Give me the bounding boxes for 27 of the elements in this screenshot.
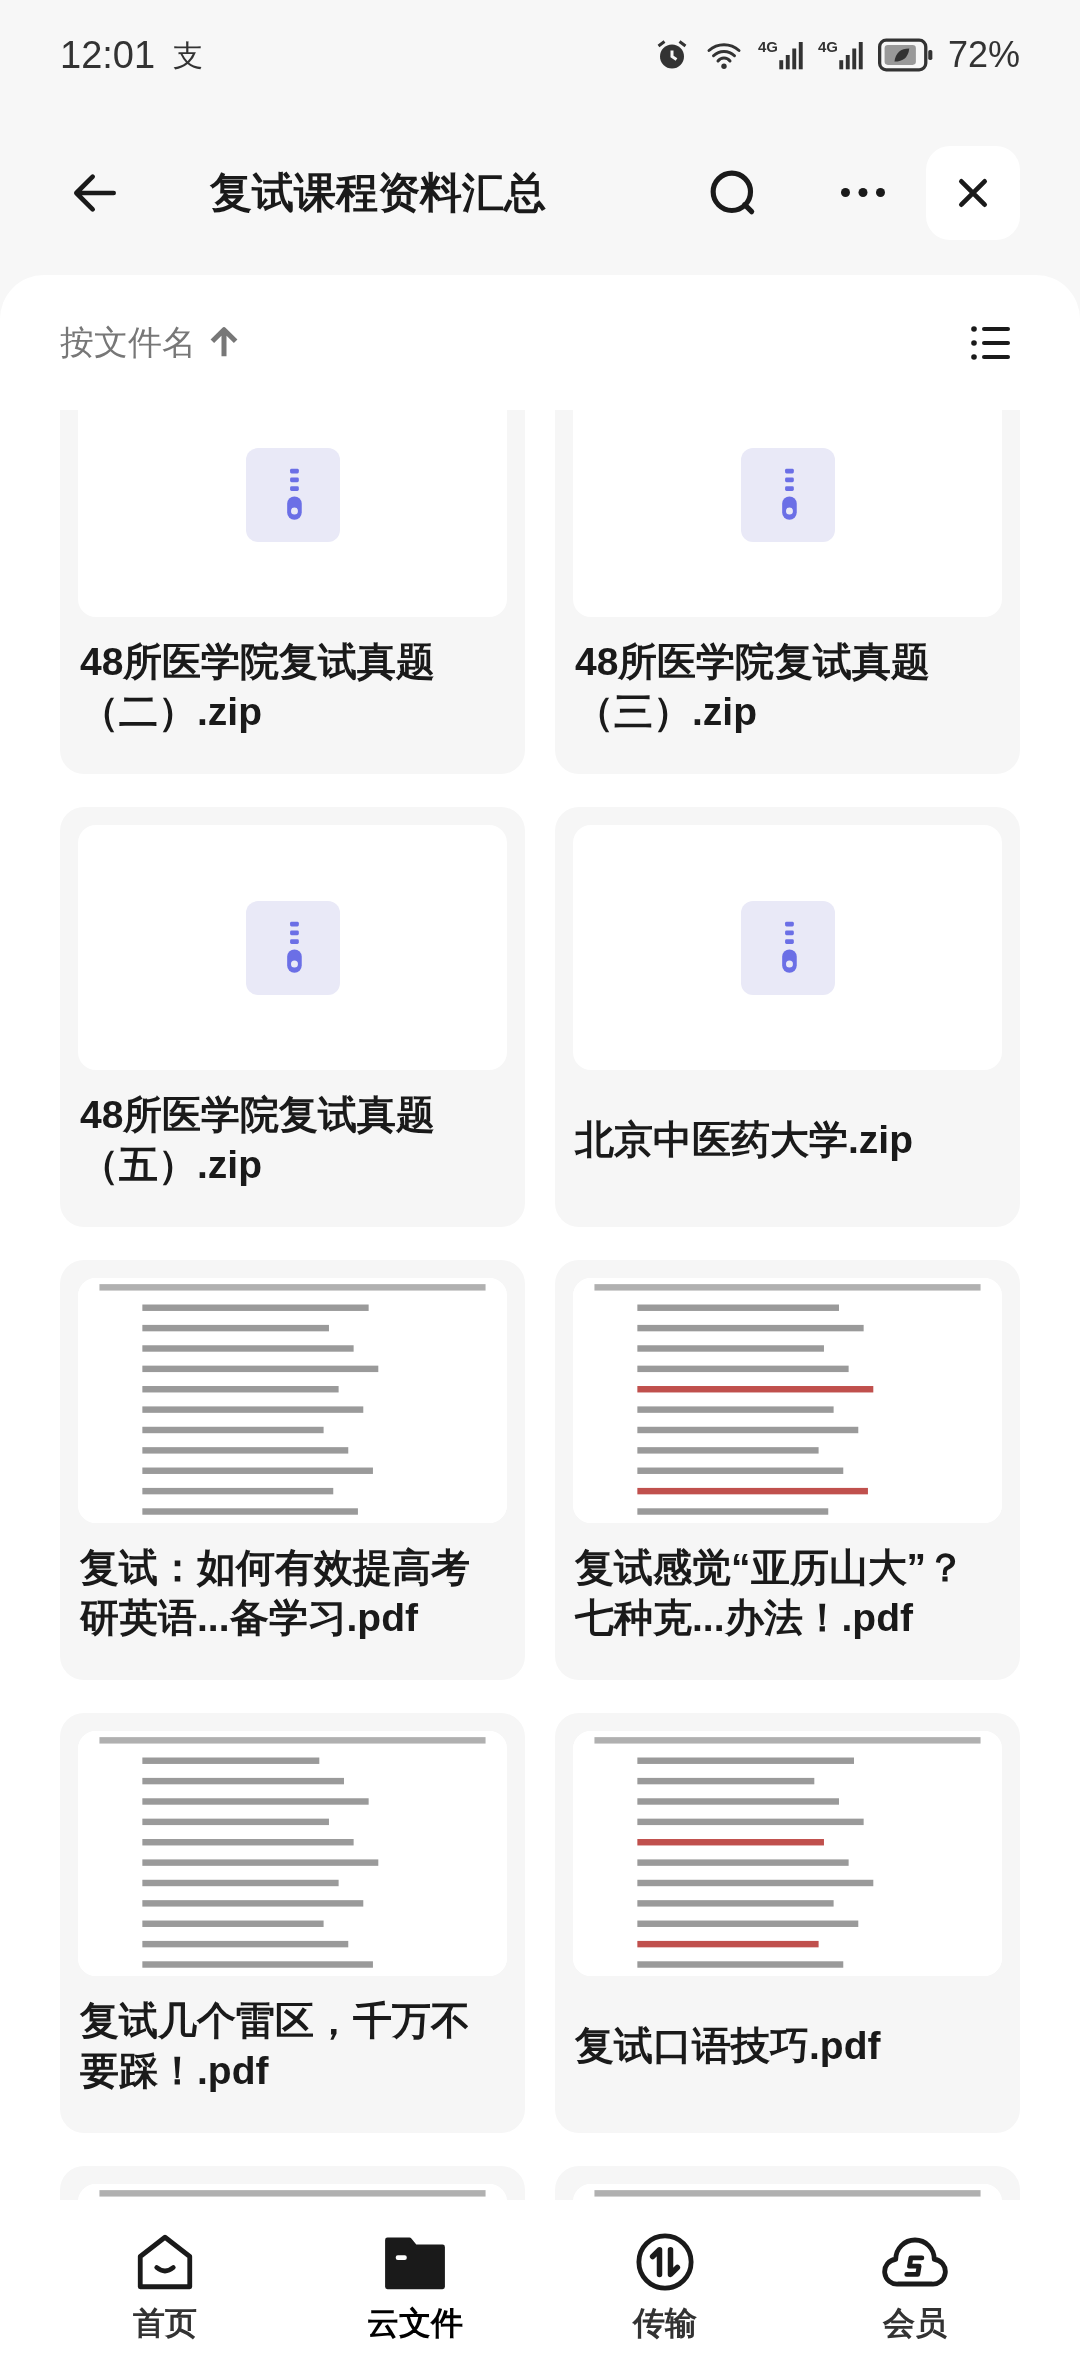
file-name: 复试：如何有效提高考研英语...备学习.pdf [80,1544,471,1641]
clock-time: 12:01 [60,32,156,78]
nav-tab[interactable]: 会员 [815,2228,1015,2347]
file-card[interactable]: 复试感觉“亚历山大”？七种克...办法！.pdf [555,1260,1020,1680]
nav-tab[interactable]: 云文件 [315,2228,515,2347]
file-card[interactable]: 48所医学院复试真题（二）.zip [60,410,525,774]
file-name: 复试口语技巧.pdf [575,2022,881,2069]
nav-tab[interactable]: 传输 [565,2228,765,2347]
file-card[interactable]: 复试：如何有效提高考研英语...备学习.pdf [60,1260,525,1680]
file-card[interactable]: 复试口语技巧.pdf [555,1713,1020,2133]
file-name: 复试几个雷区，千万不要踩！.pdf [80,1997,471,2094]
nav-tab[interactable]: 首页 [65,2228,265,2347]
file-name: 48所医学院复试真题（三）.zip [575,638,932,735]
file-card[interactable]: 北京中医药大学.zip [555,807,1020,1227]
file-card[interactable]: 48所医学院复试真题（五）.zip [60,807,525,1227]
input-method-mark: 支 [173,37,204,74]
sort-by-name-button[interactable]: 按文件名 [60,317,244,368]
file-card[interactable]: 复试几个雷区，千万不要踩！.pdf [60,1713,525,2133]
file-name: 48所医学院复试真题（二）.zip [80,638,437,735]
file-name: 48所医学院复试真题（五）.zip [80,1091,437,1188]
file-name: 北京中医药大学.zip [575,1116,913,1163]
file-card[interactable]: 48所医学院复试真题（三）.zip [555,410,1020,774]
file-name: 复试感觉“亚历山大”？七种克...办法！.pdf [575,1544,966,1641]
network-type: 4G [757,39,778,54]
battery-percent: 72% [947,33,1020,77]
folder-title: 复试课程资料汇总 [210,168,547,218]
network-type: 4G [817,39,838,54]
